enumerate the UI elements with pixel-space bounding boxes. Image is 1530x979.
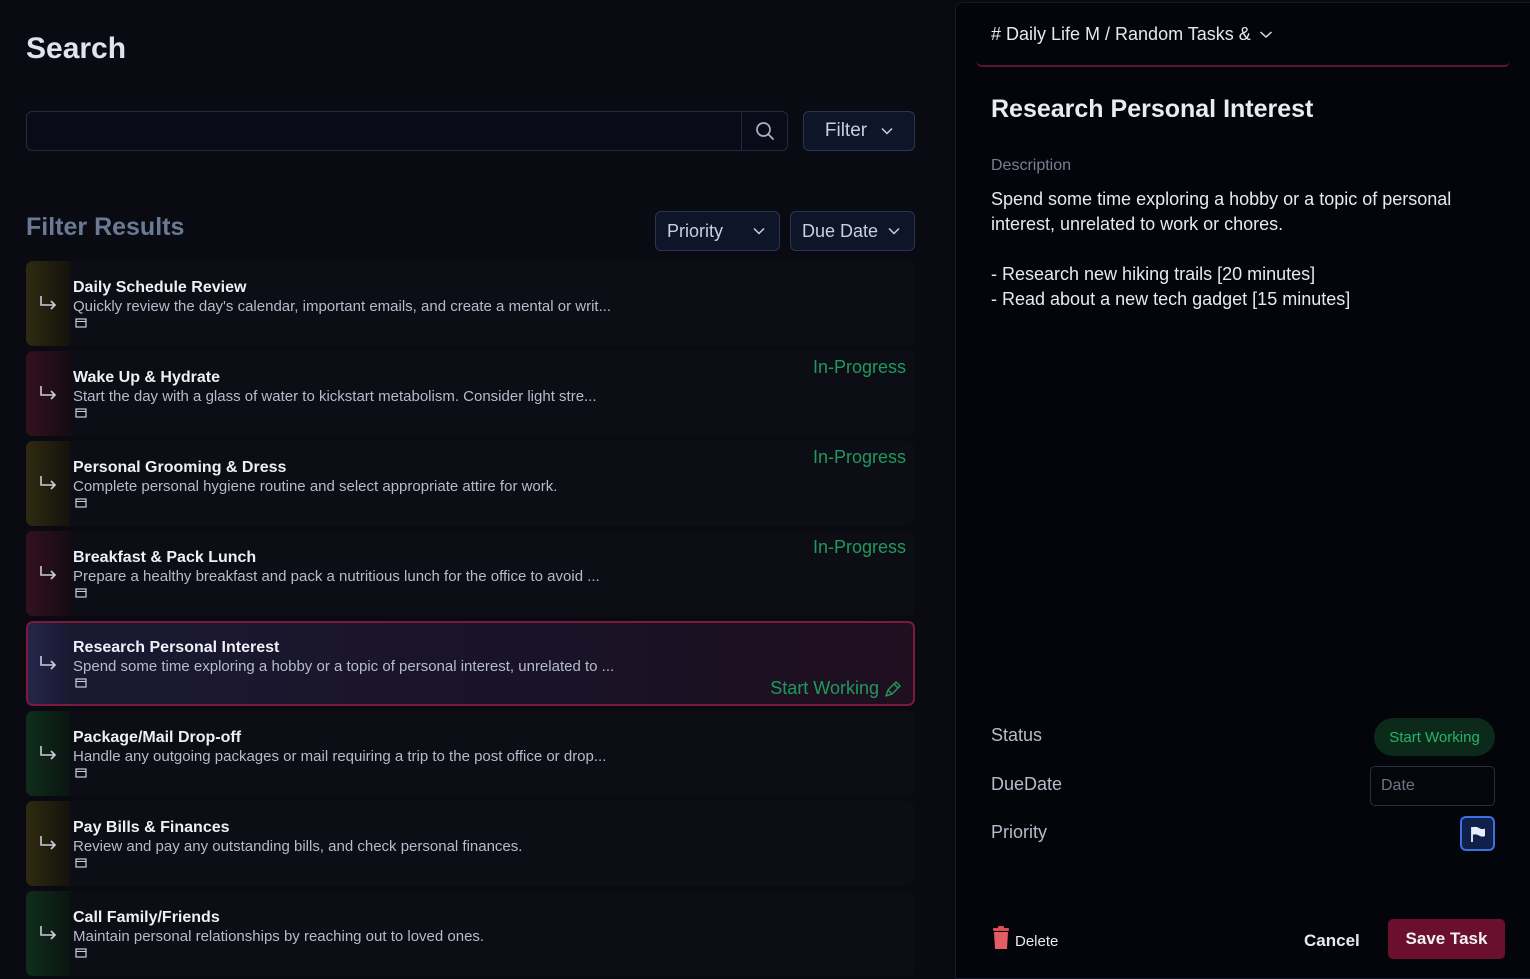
subtask-arrow-icon (40, 926, 57, 940)
task-item[interactable]: Call Family/Friends Maintain personal re… (26, 891, 915, 976)
task-description: Spend some time exploring a hobby or a t… (73, 658, 615, 675)
task-description: Quickly review the day's calendar, impor… (73, 298, 612, 315)
delete-label: Delete (1015, 933, 1059, 950)
due-date-sort-dropdown[interactable]: Due Date (790, 211, 915, 251)
task-title: Breakfast & Pack Lunch (73, 549, 257, 566)
task-status: Start Working (770, 678, 879, 698)
filter-button[interactable]: Filter (803, 111, 915, 151)
subtask-arrow-icon (40, 566, 57, 580)
task-status: In-Progress (812, 447, 906, 467)
subtask-arrow-icon (40, 296, 57, 310)
task-item[interactable]: Wake Up & Hydrate Start the day with a g… (26, 351, 915, 436)
calendar-icon (75, 768, 87, 778)
page-title: Search (26, 32, 127, 65)
task-description: Prepare a healthy breakfast and pack a n… (73, 568, 600, 585)
chevron-down-icon (1259, 30, 1272, 38)
subtask-arrow-icon (40, 656, 57, 670)
task-description: Maintain personal relationships by reach… (73, 928, 485, 945)
calendar-icon (75, 678, 87, 688)
search-button[interactable] (741, 112, 787, 150)
project-breadcrumb[interactable]: # Daily Life M / Random Tasks & (976, 3, 1510, 67)
task-detail-panel: # Daily Life M / Random Tasks & Research… (955, 2, 1530, 979)
task-item[interactable]: Daily Schedule Review Quickly review the… (26, 261, 915, 346)
subtask-arrow-icon (40, 386, 57, 400)
task-list: Daily Schedule Review Quickly review the… (26, 261, 915, 979)
priority-sort-label: Priority (667, 220, 724, 241)
task-title: Research Personal Interest (73, 639, 280, 656)
task-detail-title: Research Personal Interest (991, 95, 1314, 123)
calendar-icon (75, 858, 87, 868)
task-title: Personal Grooming & Dress (73, 459, 287, 476)
description-label: Description (991, 157, 1072, 174)
subtask-arrow-icon (40, 836, 57, 850)
description-text[interactable]: Spend some time exploring a hobby or a t… (991, 187, 1501, 312)
task-item[interactable]: Personal Grooming & Dress Complete perso… (26, 441, 915, 526)
calendar-icon (75, 408, 87, 418)
task-title: Pay Bills & Finances (73, 819, 230, 836)
subtask-arrow-icon (40, 476, 57, 490)
delete-button[interactable]: Delete (991, 926, 1058, 950)
search-panel: Search Filter Filter Results Priority Du… (0, 0, 940, 979)
breadcrumb-text: # Daily Life M / Random Tasks & (991, 23, 1251, 44)
search-icon (755, 122, 774, 140)
save-task-button[interactable]: Save Task (1388, 919, 1505, 959)
status-label: Status (991, 725, 1043, 745)
start-working-action[interactable]: Start Working (770, 678, 903, 699)
priority-sort-dropdown[interactable]: Priority (655, 211, 780, 251)
search-input[interactable] (27, 112, 741, 150)
search-box (26, 111, 788, 151)
trash-icon (993, 926, 1009, 949)
task-item-selected[interactable]: Research Personal Interest Spend some ti… (26, 621, 915, 706)
task-title: Call Family/Friends (73, 909, 220, 926)
calendar-icon (75, 948, 87, 958)
status-button[interactable]: Start Working (1374, 718, 1495, 756)
task-status: In-Progress (812, 537, 906, 557)
chevron-down-icon (881, 127, 893, 135)
priority-flag-button[interactable] (1460, 816, 1495, 851)
chevron-down-icon (753, 227, 765, 235)
task-item[interactable]: Package/Mail Drop-off Handle any outgoin… (26, 711, 915, 796)
task-description: Handle any outgoing packages or mail req… (73, 748, 607, 765)
app-root: Search Filter Filter Results Priority Du… (0, 0, 1530, 979)
task-title: Daily Schedule Review (73, 279, 247, 296)
task-description: Review and pay any outstanding bills, an… (73, 838, 523, 855)
pen-icon (885, 680, 901, 697)
task-description: Complete personal hygiene routine and se… (73, 478, 558, 495)
calendar-icon (75, 318, 87, 328)
task-title: Package/Mail Drop-off (73, 729, 242, 746)
task-status: In-Progress (812, 357, 906, 377)
due-date-sort-label: Due Date (802, 220, 879, 241)
filter-results-title: Filter Results (26, 213, 185, 241)
chevron-down-icon (888, 227, 900, 235)
cancel-button[interactable]: Cancel (1304, 931, 1360, 951)
subtask-arrow-icon (40, 746, 57, 760)
due-date-input[interactable] (1370, 766, 1495, 806)
task-item[interactable]: Pay Bills & Finances Review and pay any … (26, 801, 915, 886)
flag-icon (1470, 826, 1485, 842)
task-title: Wake Up & Hydrate (73, 369, 220, 386)
calendar-icon (75, 588, 87, 598)
task-description: Start the day with a glass of water to k… (73, 388, 597, 405)
task-item[interactable]: Breakfast & Pack Lunch Prepare a healthy… (26, 531, 915, 616)
filter-label: Filter (824, 120, 868, 141)
calendar-icon (75, 498, 87, 508)
duedate-label: DueDate (991, 774, 1063, 794)
priority-label: Priority (991, 822, 1048, 842)
